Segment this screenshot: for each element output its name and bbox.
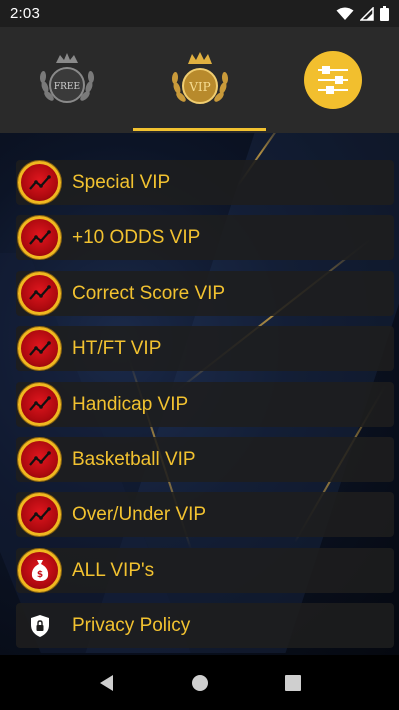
vip-menu-list: Special VIP +10 ODDS VIP Correct Score V…: [16, 160, 394, 655]
settings-sliders-icon: [303, 51, 362, 109]
battery-icon: [380, 6, 389, 21]
back-icon[interactable]: [98, 674, 116, 692]
menu-item-label: Special VIP: [72, 172, 171, 193]
status-icons: [336, 6, 389, 21]
menu-item-label: Handicap VIP: [72, 393, 189, 415]
trend-chart-icon: [18, 437, 61, 481]
trend-chart-icon: [18, 327, 61, 371]
menu-item-all-vips[interactable]: $ ALL VIP's: [16, 547, 394, 593]
tab-bar: FREE VIP: [0, 27, 399, 133]
menu-item-label: Correct Score VIP: [72, 282, 226, 304]
recents-icon[interactable]: [284, 674, 302, 692]
vip-badge-label: VIP: [188, 80, 210, 94]
menu-item-label: ALL VIP's: [72, 559, 155, 581]
menu-item-label: +10 ODDS VIP: [72, 227, 201, 249]
trend-chart-icon: [18, 271, 61, 315]
menu-item-privacy-policy[interactable]: Privacy Policy: [16, 603, 394, 649]
menu-item-label: HT/FT VIP: [72, 338, 162, 360]
home-icon[interactable]: [191, 674, 209, 692]
status-bar: 2:03: [0, 0, 399, 27]
tab-settings[interactable]: [266, 27, 399, 133]
wifi-icon: [336, 7, 354, 20]
menu-item-over-under-vip[interactable]: Over/Under VIP: [16, 492, 394, 538]
menu-item-special-vip[interactable]: Special VIP: [16, 160, 394, 205]
trend-chart-icon: [18, 161, 61, 204]
tab-vip[interactable]: VIP: [133, 27, 266, 133]
menu-item-plus10-odds-vip[interactable]: +10 ODDS VIP: [16, 215, 394, 261]
system-nav-bar: [0, 655, 399, 710]
trend-chart-icon: [18, 216, 61, 260]
menu-item-basketball-vip[interactable]: Basketball VIP: [16, 436, 394, 482]
menu-item-label: Basketball VIP: [72, 448, 196, 470]
tab-selected-indicator: [133, 128, 266, 131]
money-bag-icon: $: [18, 548, 61, 592]
menu-item-label: Privacy Policy: [72, 615, 191, 637]
menu-item-correct-score-vip[interactable]: Correct Score VIP: [16, 270, 394, 316]
vip-crown-badge-icon: VIP: [171, 52, 228, 104]
svg-text:$: $: [36, 570, 42, 580]
free-badge-label: FREE: [53, 82, 79, 92]
menu-item-label: Over/Under VIP: [72, 504, 207, 526]
tab-free[interactable]: FREE: [0, 27, 133, 133]
free-laurel-badge-icon: FREE: [39, 53, 94, 103]
menu-item-handicap-vip[interactable]: Handicap VIP: [16, 381, 394, 427]
vip-list-screen: Special VIP +10 ODDS VIP Correct Score V…: [0, 133, 399, 655]
menu-item-htft-vip[interactable]: HT/FT VIP: [16, 326, 394, 372]
signal-icon: [360, 6, 374, 21]
status-time: 2:03: [10, 5, 40, 22]
trend-chart-icon: [18, 382, 61, 426]
trend-chart-icon: [18, 493, 61, 537]
shield-lock-icon: [18, 604, 61, 647]
